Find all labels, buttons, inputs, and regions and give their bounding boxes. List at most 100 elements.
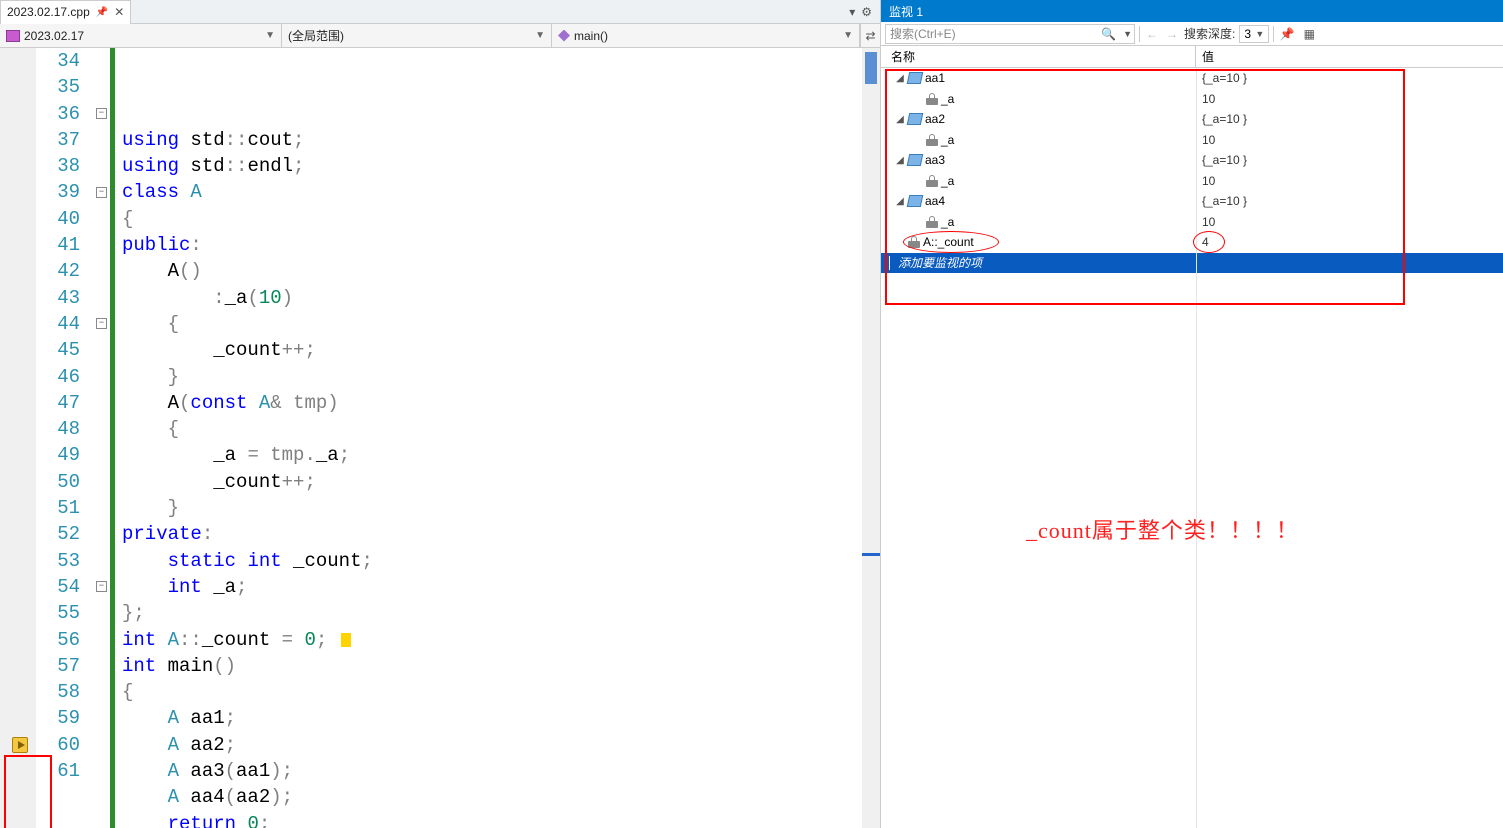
tab-filename: 2023.02.17.cpp <box>7 5 90 19</box>
chevron-down-icon: ▼ <box>1255 29 1264 39</box>
code-line[interactable]: { <box>110 311 862 337</box>
watch-var-name: aa2 <box>925 112 945 126</box>
depth-selector[interactable]: 3 ▼ <box>1239 25 1269 43</box>
close-icon[interactable]: ✕ <box>114 5 124 19</box>
project-name: 2023.02.17 <box>24 29 84 43</box>
depth-label: 搜索深度: <box>1184 25 1235 42</box>
add-watch-item[interactable]: 添加要监视的项 <box>881 253 1503 273</box>
watch-var-name: aa1 <box>925 71 945 85</box>
watch-row[interactable]: _a10 <box>881 212 1503 233</box>
code-line[interactable]: A aa4(aa2); <box>110 784 862 810</box>
fold-toggle[interactable]: − <box>96 108 107 119</box>
nav-forward-icon[interactable]: → <box>1164 27 1180 41</box>
watch-row[interactable]: _a 10 <box>881 89 1503 110</box>
watch-var-value: 10 <box>1196 92 1503 106</box>
code-line[interactable]: int A::_count = 0; <box>110 627 862 653</box>
execution-marker-icon <box>341 633 351 647</box>
code-editor[interactable]: 3435363738394041424344454647484950515253… <box>0 48 880 828</box>
search-icon[interactable]: 🔍 <box>1101 27 1116 41</box>
expand-toggle-icon[interactable]: ◢ <box>895 73 905 84</box>
code-line[interactable]: :_a(10) <box>110 285 862 311</box>
watch-row[interactable]: ◢aa4{_a=10 } <box>881 191 1503 212</box>
code-line[interactable]: { <box>110 416 862 442</box>
dropdown-icon[interactable]: ▾ <box>849 5 855 19</box>
gear-icon[interactable]: ⚙ <box>861 5 872 19</box>
lock-icon <box>926 93 938 105</box>
pin-icon[interactable]: 📌 <box>96 7 108 18</box>
watch-body: _count属于整个类！！！！ ◢ aa1 {_a=10 } _a 10 ◢ aa2 {_a=… <box>881 68 1503 828</box>
lock-icon <box>908 236 920 248</box>
tab-bar: 2023.02.17.cpp 📌 ✕ ▾ ⚙ <box>0 0 880 24</box>
lock-icon <box>926 175 938 187</box>
code-line[interactable]: } <box>110 495 862 521</box>
scope-dropdown[interactable]: (全局范围) ▼ <box>282 24 552 47</box>
code-line[interactable]: _count++; <box>110 469 862 495</box>
expand-toggle-icon[interactable]: ◢ <box>895 196 905 207</box>
watch-var-name: _a <box>941 174 954 188</box>
chevron-down-icon[interactable]: ▼ <box>1123 29 1132 39</box>
watch-row[interactable]: ◢ aa1 {_a=10 } <box>881 68 1503 89</box>
watch-var-name: aa3 <box>925 153 945 167</box>
column-name[interactable]: 名称 <box>881 46 1196 67</box>
watch-row[interactable]: ◢aa3{_a=10 } <box>881 150 1503 171</box>
watch-row[interactable]: _a10 <box>881 130 1503 151</box>
code-line[interactable]: class A <box>110 179 862 205</box>
chevron-down-icon: ▼ <box>843 30 853 41</box>
code-line[interactable]: A aa2; <box>110 732 862 758</box>
watch-header: 名称 值 <box>881 46 1503 68</box>
watch-var-name: aa4 <box>925 194 945 208</box>
code-line[interactable]: _a = tmp._a; <box>110 442 862 468</box>
column-value[interactable]: 值 <box>1196 46 1503 67</box>
code-line[interactable]: { <box>110 679 862 705</box>
expand-toggle-icon[interactable]: ◢ <box>895 114 905 125</box>
code-line[interactable]: A(const A& tmp) <box>110 390 862 416</box>
project-dropdown[interactable]: 2023.02.17 ▼ <box>0 24 282 47</box>
code-line[interactable]: A aa3(aa1); <box>110 758 862 784</box>
watch-var-value: 10 <box>1196 215 1503 229</box>
chevron-down-icon: ▼ <box>265 30 275 41</box>
file-tab[interactable]: 2023.02.17.cpp 📌 ✕ <box>0 0 131 24</box>
search-placeholder: 搜索(Ctrl+E) <box>890 25 956 42</box>
code-line[interactable]: return 0; <box>110 811 862 828</box>
watch-var-value: {_a=10 } <box>1196 71 1503 85</box>
swap-icon[interactable]: ⇄ <box>860 24 880 47</box>
code-line[interactable]: A() <box>110 258 862 284</box>
object-icon <box>907 154 924 166</box>
pin-icon[interactable]: 📌 <box>1278 25 1296 43</box>
code-line[interactable]: private: <box>110 521 862 547</box>
nav-back-icon[interactable]: ← <box>1144 27 1160 41</box>
fold-toggle[interactable]: − <box>96 318 107 329</box>
watch-var-value: 4 <box>1196 235 1503 249</box>
tree-icon[interactable]: ▦ <box>1300 25 1318 43</box>
code-line[interactable]: { <box>110 206 862 232</box>
code-line[interactable]: int _a; <box>110 574 862 600</box>
annotation-text: _count属于整个类！！！！ <box>1026 513 1299 545</box>
function-dropdown[interactable]: main() ▼ <box>552 24 860 47</box>
watch-row[interactable]: ◢aa2{_a=10 } <box>881 109 1503 130</box>
code-line[interactable]: int main() <box>110 653 862 679</box>
fold-toggle[interactable]: − <box>96 581 107 592</box>
watch-row[interactable]: _a10 <box>881 171 1503 192</box>
line-number-gutter: 3435363738394041424344454647484950515253… <box>36 48 96 828</box>
watch-panel-title: 监视 1 <box>881 0 1503 22</box>
watch-var-name: A::_count <box>923 235 974 249</box>
expand-toggle-icon[interactable]: ◢ <box>895 155 905 166</box>
fold-toggle[interactable]: − <box>96 187 107 198</box>
code-line[interactable]: }; <box>110 600 862 626</box>
watch-var-name: _a <box>941 133 954 147</box>
search-input[interactable]: 搜索(Ctrl+E) 🔍 ▼ <box>885 24 1135 44</box>
watch-row[interactable]: A::_count 4 <box>881 232 1503 253</box>
code-line[interactable]: using std::endl; <box>110 153 862 179</box>
code-line[interactable]: _count++; <box>110 337 862 363</box>
add-watch-label: 添加要监视的项 <box>898 254 982 271</box>
scope-name: (全局范围) <box>288 27 344 44</box>
watch-var-name: _a <box>941 92 954 106</box>
code-line[interactable]: using std::cout; <box>110 127 862 153</box>
scrollbar[interactable] <box>862 48 880 828</box>
code-line[interactable]: static int _count; <box>110 548 862 574</box>
depth-value: 3 <box>1244 27 1251 41</box>
code-line[interactable]: } <box>110 364 862 390</box>
code-line[interactable]: public: <box>110 232 862 258</box>
execution-pointer-icon <box>12 737 28 753</box>
code-line[interactable]: A aa1; <box>110 705 862 731</box>
